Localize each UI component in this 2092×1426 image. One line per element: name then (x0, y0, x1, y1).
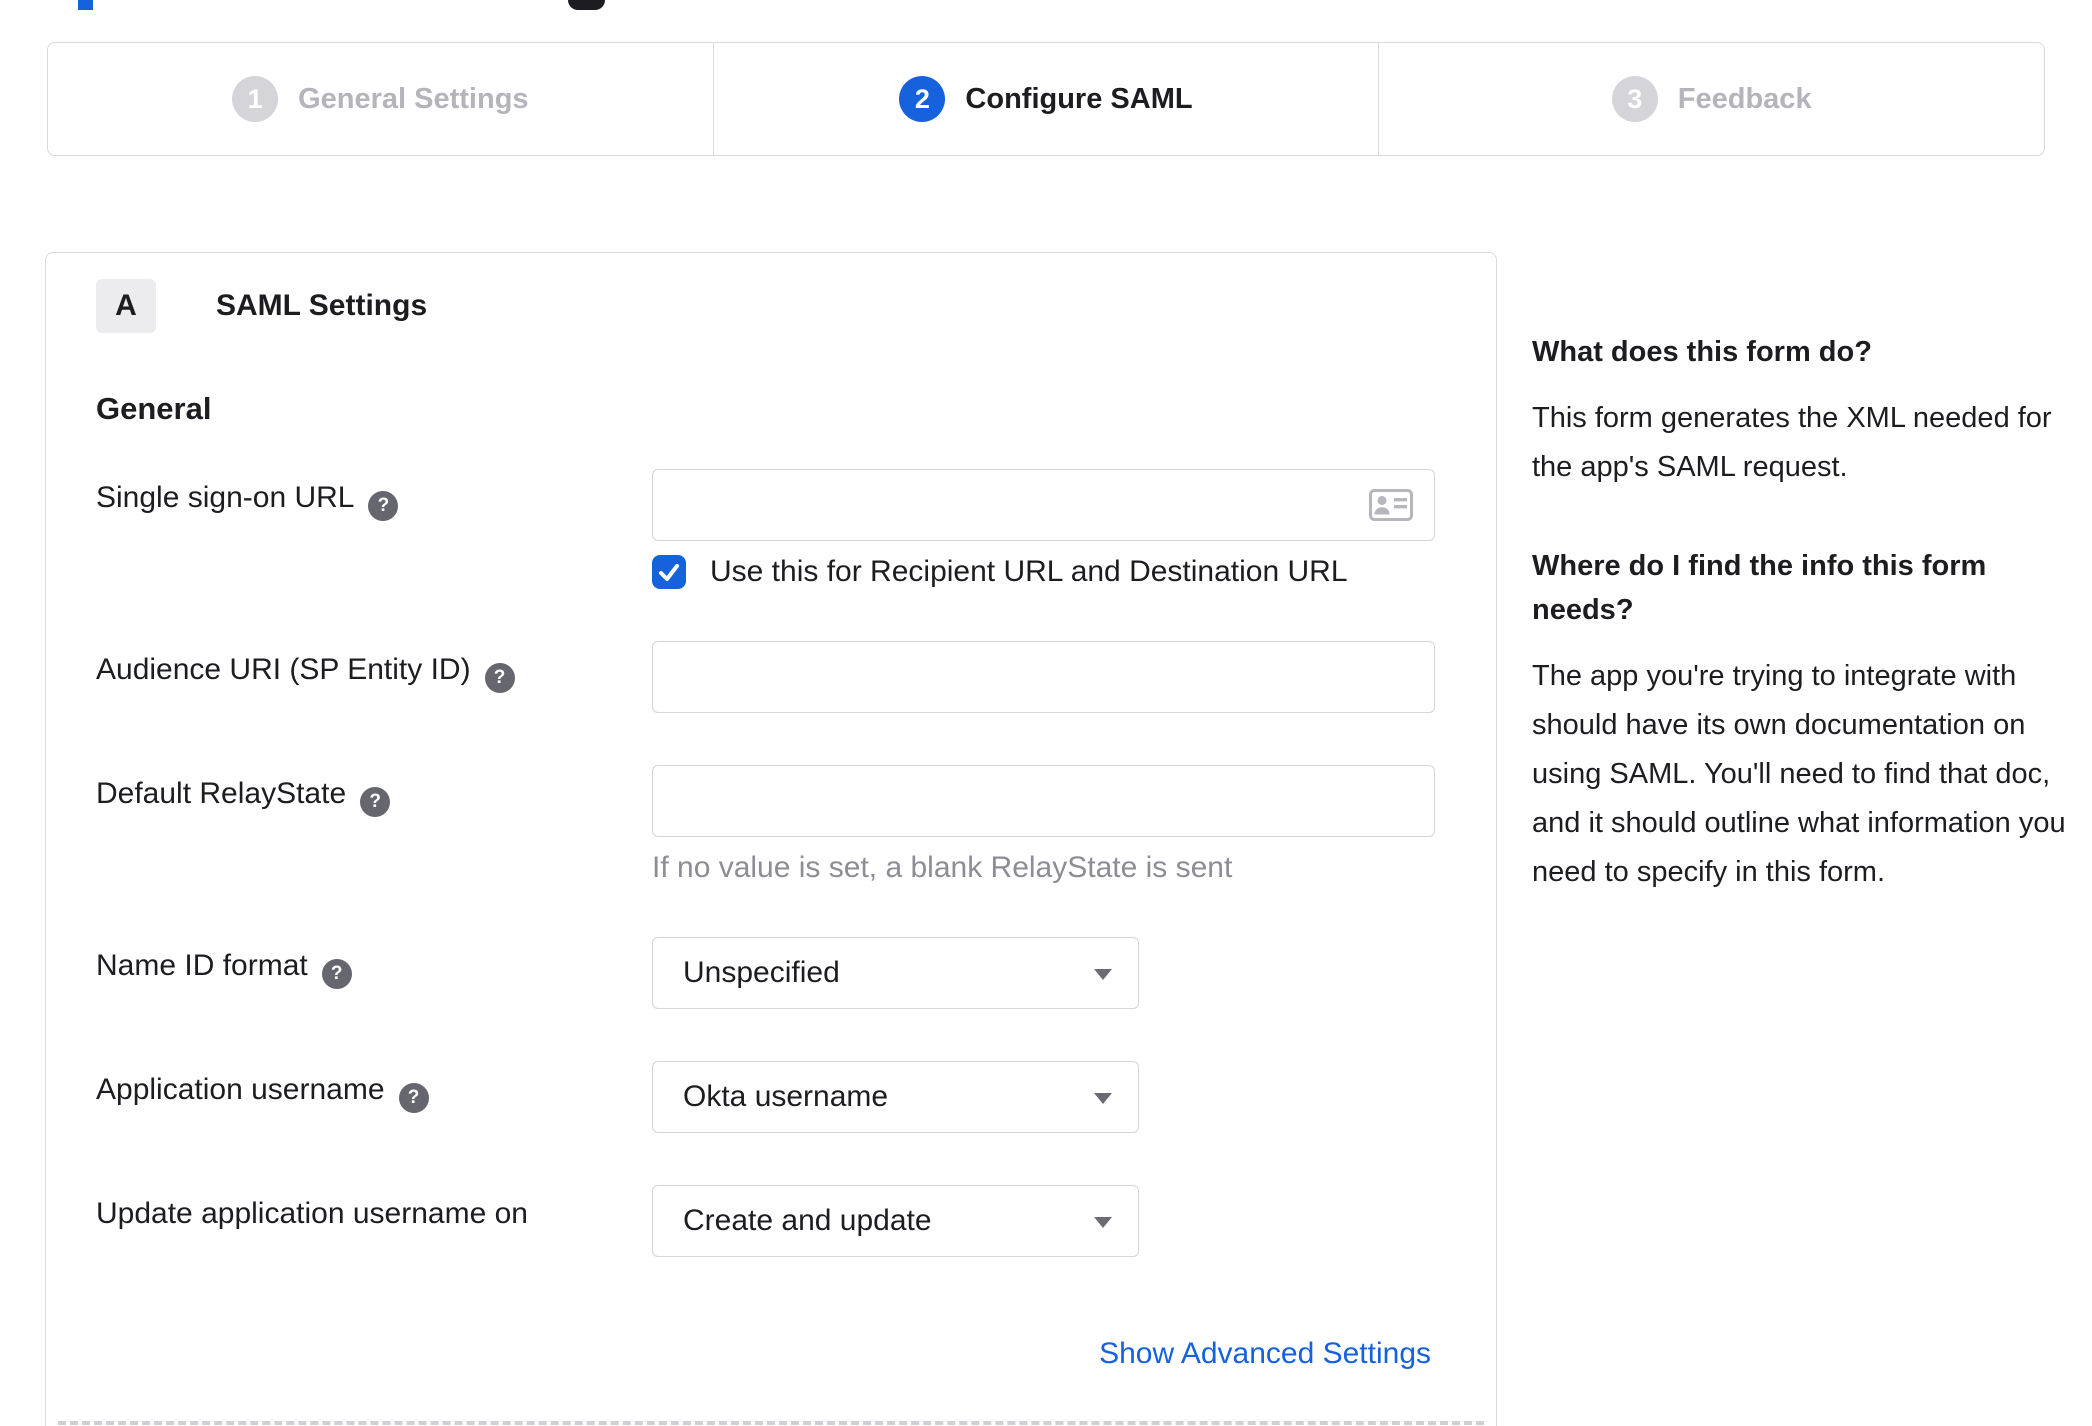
form-row-name-id-format: Name ID format? Unspecified (96, 937, 1446, 1009)
panel-title: SAML Settings (216, 289, 428, 322)
form-row-application-username: Application username? Okta username (96, 1061, 1446, 1133)
clipped-title-fragment (568, 0, 605, 10)
help-icon[interactable]: ? (321, 959, 352, 989)
step-number-badge: 2 (899, 76, 946, 122)
select-value: Okta username (683, 1080, 889, 1113)
step-label: Feedback (1677, 82, 1812, 115)
checkbox-label: Use this for Recipient URL and Destinati… (710, 555, 1348, 588)
wizard-stepper: 1 General Settings 2 Configure SAML 3 Fe… (47, 42, 2045, 156)
chevron-down-icon (1094, 969, 1112, 980)
checkmark-icon (659, 564, 679, 581)
single-sign-on-url-label: Single sign-on URL (96, 481, 355, 514)
general-section-heading: General (96, 391, 212, 426)
update-application-username-label: Update application username on (96, 1197, 528, 1230)
step-label: Configure SAML (965, 82, 1193, 115)
name-id-format-label: Name ID format (96, 949, 308, 982)
help-heading: Where do I find the info this form needs… (1532, 550, 1987, 626)
help-heading: What does this form do? (1532, 336, 1872, 368)
form-row-audience-uri: Audience URI (SP Entity ID)? (96, 641, 1446, 713)
use-for-recipient-destination-checkbox[interactable] (652, 555, 686, 589)
help-body: The app you're trying to integrate with … (1532, 660, 2066, 888)
application-username-select[interactable]: Okta username (652, 1061, 1139, 1133)
saml-settings-panel: A SAML Settings General Single sign-on U… (45, 252, 1497, 1426)
section-divider (58, 1421, 1484, 1425)
step-general-settings[interactable]: 1 General Settings (48, 43, 713, 155)
single-sign-on-url-input[interactable] (652, 469, 1435, 541)
form-row-default-relaystate: Default RelayState? If no value is set, … (96, 765, 1446, 885)
name-id-format-select[interactable]: Unspecified (652, 937, 1139, 1009)
audience-uri-label: Audience URI (SP Entity ID) (96, 653, 471, 686)
step-feedback[interactable]: 3 Feedback (1378, 43, 2044, 155)
step-number-badge: 1 (232, 76, 279, 122)
clipped-title-fragment (78, 0, 93, 10)
select-value: Create and update (683, 1204, 932, 1237)
select-value: Unspecified (683, 956, 840, 989)
panel-header: A SAML Settings (96, 279, 1446, 333)
help-icon[interactable]: ? (368, 491, 399, 521)
application-username-label: Application username (96, 1073, 385, 1106)
form-row-update-application-username: Update application username on Create an… (96, 1185, 1446, 1257)
chevron-down-icon (1094, 1093, 1112, 1104)
relaystate-hint: If no value is set, a blank RelayState i… (652, 851, 1233, 884)
chevron-down-icon (1094, 1217, 1112, 1228)
audience-uri-input[interactable] (652, 641, 1435, 713)
step-configure-saml[interactable]: 2 Configure SAML (712, 43, 1379, 155)
help-body: This form generates the XML needed for t… (1532, 402, 2052, 483)
help-icon[interactable]: ? (484, 663, 515, 693)
default-relaystate-input[interactable] (652, 765, 1435, 837)
form-row-single-sign-on-url: Single sign-on URL? Use this for Recipie… (96, 469, 1446, 589)
step-number-badge: 3 (1611, 76, 1658, 122)
show-advanced-settings-link[interactable]: Show Advanced Settings (1099, 1337, 1431, 1370)
section-a-badge: A (96, 279, 156, 333)
step-label: General Settings (298, 82, 529, 115)
update-application-username-select[interactable]: Create and update (652, 1185, 1139, 1257)
help-icon[interactable]: ? (360, 787, 391, 817)
help-sidebar: What does this form do? This form genera… (1532, 330, 2072, 949)
configure-saml-page: 1 General Settings 2 Configure SAML 3 Fe… (0, 0, 2092, 1426)
default-relaystate-label: Default RelayState (96, 777, 347, 810)
help-icon[interactable]: ? (398, 1083, 429, 1113)
